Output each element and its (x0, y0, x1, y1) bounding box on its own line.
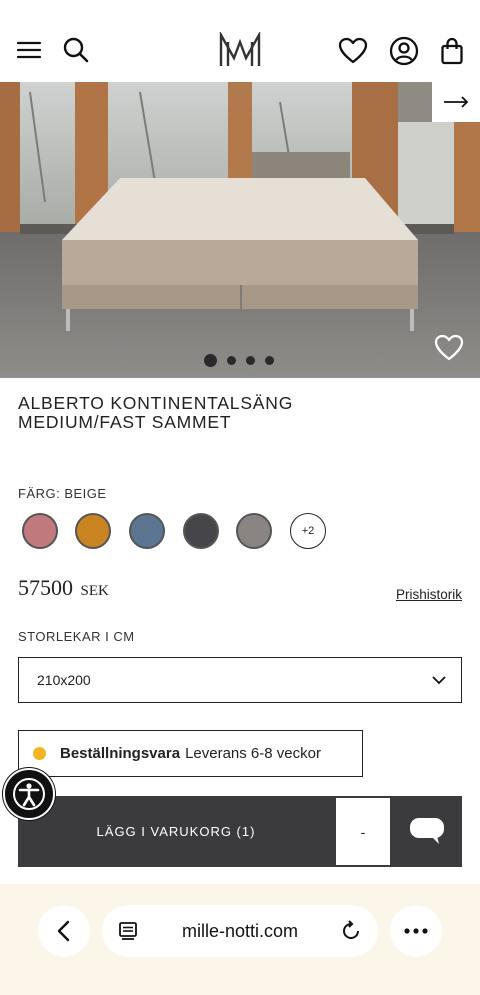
sizes-label: STORLEKAR I CM (18, 629, 135, 644)
browser-back-icon[interactable] (38, 905, 90, 957)
search-icon[interactable] (60, 34, 92, 66)
url-text: mille-notti.com (181, 920, 299, 941)
product-title-line: MEDIUM/FAST SAMMET (18, 412, 232, 432)
brand-logo[interactable] (216, 28, 264, 72)
color-swatch[interactable] (236, 513, 272, 549)
quantity-button[interactable]: - (334, 796, 392, 867)
color-swatch[interactable] (75, 513, 111, 549)
price-value: 57500 (18, 575, 73, 600)
status-dot-icon (33, 747, 46, 760)
size-select[interactable]: 210x200 (18, 657, 462, 703)
price-history-link[interactable]: Prishistorik (396, 587, 462, 602)
price-currency: SEK (80, 583, 109, 599)
next-image-arrow-icon[interactable] (432, 82, 480, 122)
carousel-dot[interactable] (204, 354, 217, 367)
menu-icon[interactable] (14, 34, 44, 66)
carousel-dot[interactable] (227, 356, 236, 365)
product-photo-bed (0, 82, 480, 378)
wishlist-heart-icon[interactable] (336, 34, 370, 66)
product-image-carousel[interactable] (0, 82, 480, 378)
more-options-icon[interactable] (390, 905, 442, 957)
browser-url-bar[interactable]: mille-notti.com (102, 905, 378, 957)
size-selected-value: 210x200 (37, 672, 91, 688)
accessibility-icon[interactable] (3, 768, 55, 820)
reload-icon[interactable] (340, 920, 362, 947)
account-icon[interactable] (386, 33, 422, 69)
product-price: 57500 SEK (18, 575, 109, 601)
product-title: ALBERTO KONTINENTALSÄNG MEDIUM/FAST SAMM… (18, 394, 458, 432)
color-swatch[interactable] (129, 513, 165, 549)
carousel-dot[interactable] (265, 356, 274, 365)
add-to-cart-button[interactable]: LÄGG I VARUKORG (1) (18, 796, 334, 867)
color-swatch[interactable] (183, 513, 219, 549)
chevron-down-icon (431, 672, 447, 691)
carousel-dot[interactable] (246, 356, 255, 365)
shopping-bag-icon[interactable] (436, 34, 468, 68)
favorite-heart-icon[interactable] (434, 334, 464, 362)
color-label: FÄRG: BEIGE (18, 486, 107, 501)
site-header (0, 0, 480, 82)
color-swatch[interactable] (22, 513, 58, 549)
delivery-type: Beställningsvara (60, 745, 181, 762)
product-title-line: ALBERTO KONTINENTALSÄNG (18, 393, 294, 413)
more-colors-button[interactable]: +2 (290, 513, 326, 549)
carousel-dots (204, 354, 274, 367)
delivery-status: Beställningsvara Leverans 6-8 veckor (18, 730, 363, 777)
chat-icon[interactable] (392, 796, 462, 867)
delivery-time: Leverans 6-8 veckor (185, 745, 321, 762)
